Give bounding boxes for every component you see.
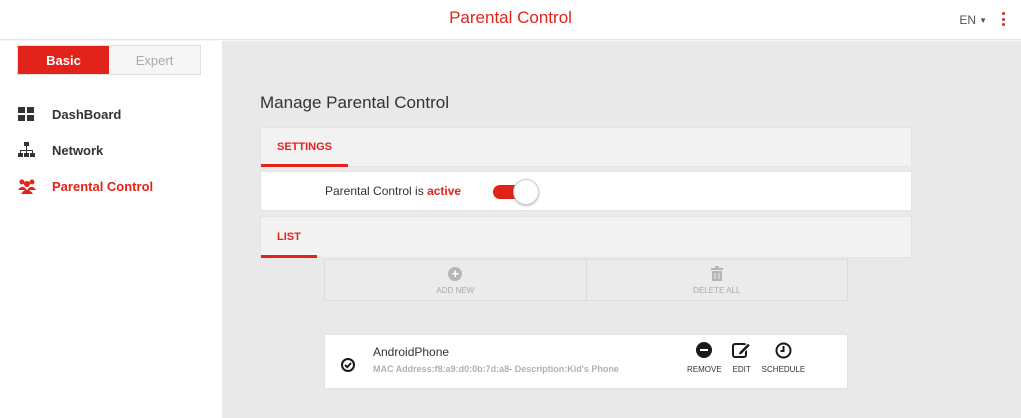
status-value: active	[427, 184, 462, 198]
minus-circle-icon	[696, 342, 713, 358]
list-tab-bar: LIST	[260, 216, 912, 258]
edit-label: EDIT	[732, 365, 751, 374]
settings-tab-bar: SETTINGS	[260, 127, 912, 167]
users-icon	[18, 178, 36, 194]
remove-label: REMOVE	[687, 365, 722, 374]
basic-mode-button[interactable]: Basic	[18, 46, 109, 74]
remove-button[interactable]: REMOVE	[687, 340, 722, 374]
list-actions: + ADD NEW DELETE ALL	[324, 259, 848, 301]
network-icon	[18, 142, 36, 158]
check-circle-icon[interactable]	[341, 358, 355, 372]
language-label: EN	[959, 13, 977, 27]
device-details: MAC Address:f8:a9:d0:0b:7d:a8- Descripti…	[373, 364, 619, 374]
sidebar-item-label: Network	[52, 142, 104, 158]
tab-settings[interactable]: SETTINGS	[261, 129, 349, 167]
list-item: AndroidPhone MAC Address:f8:a9:d0:0b:7d:…	[324, 334, 848, 389]
delete-all-button[interactable]: DELETE ALL	[586, 259, 848, 301]
edit-icon	[731, 342, 751, 358]
add-new-label: ADD NEW	[436, 285, 475, 295]
plus-circle-icon: +	[448, 266, 463, 281]
device-actions: REMOVE EDIT SCHEDULE	[687, 340, 815, 374]
sidebar: Basic Expert DashBoard Network Parental …	[0, 41, 222, 418]
device-name: AndroidPhone	[373, 345, 450, 359]
mode-switch: Basic Expert	[17, 45, 201, 75]
settings-panel: Parental Control is active	[260, 171, 912, 211]
sidebar-item-network[interactable]: Network	[18, 140, 103, 160]
status-text: Parental Control is active	[325, 184, 461, 198]
page-header-title: Parental Control	[449, 8, 572, 27]
sidebar-item-parental-control[interactable]: Parental Control	[18, 176, 153, 196]
dashboard-icon	[18, 106, 36, 122]
schedule-button[interactable]: SCHEDULE	[761, 340, 806, 374]
parental-control-toggle[interactable]	[493, 179, 539, 205]
toggle-knob	[513, 179, 539, 205]
expert-mode-button[interactable]: Expert	[109, 46, 200, 74]
schedule-label: SCHEDULE	[761, 365, 806, 374]
sidebar-item-label: Parental Control	[52, 178, 154, 194]
top-bar: Parental Control EN ▼	[0, 0, 1021, 40]
main-content: Manage Parental Control SETTINGS Parenta…	[222, 41, 1021, 418]
status-prefix: Parental Control is	[325, 184, 424, 198]
delete-all-label: DELETE ALL	[693, 285, 741, 295]
edit-button[interactable]: EDIT	[731, 340, 752, 374]
caret-down-icon: ▼	[979, 16, 987, 25]
sidebar-item-label: DashBoard	[52, 106, 122, 122]
language-selector[interactable]: EN ▼	[959, 13, 987, 27]
add-new-button[interactable]: + ADD NEW	[324, 259, 587, 301]
page-title: Manage Parental Control	[260, 93, 450, 112]
trash-icon	[710, 266, 723, 281]
tab-list[interactable]: LIST	[261, 218, 317, 258]
sidebar-item-dashboard[interactable]: DashBoard	[18, 104, 121, 124]
kebab-vertical-icon[interactable]	[1000, 9, 1006, 29]
clock-icon	[775, 342, 792, 358]
